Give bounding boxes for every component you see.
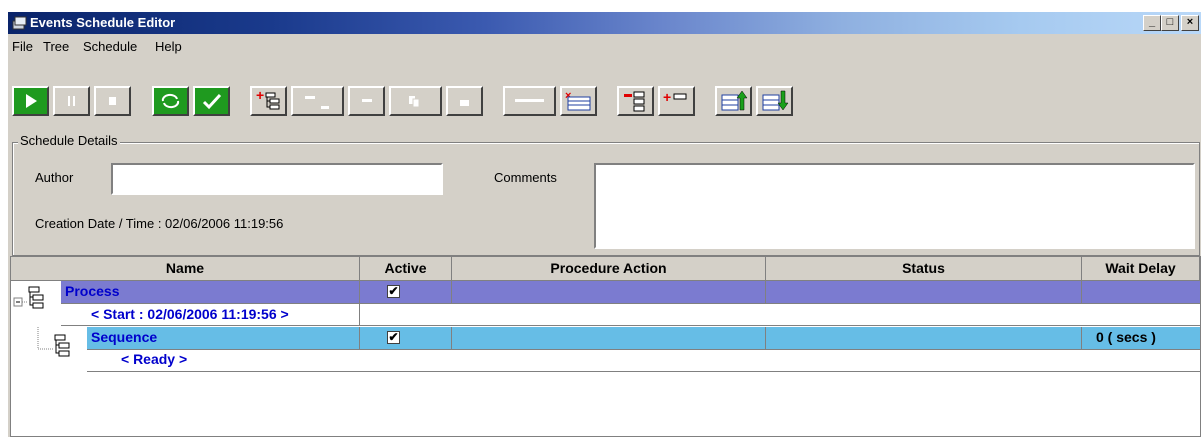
column-header-procedure-action[interactable]: Procedure Action [452,257,766,281]
pause-icon [68,96,75,106]
cycle-icon [161,93,180,109]
sequence-wait-delay: 0 ( secs ) [1096,329,1156,345]
comments-input[interactable] [594,163,1195,249]
pause-button[interactable] [53,86,90,116]
play-icon [26,94,37,108]
sequence-name: Sequence [87,327,360,349]
close-button[interactable]: × [1181,15,1199,31]
process-procedure-action [452,281,766,303]
collapse-button[interactable] [291,86,344,116]
cycle-button[interactable] [152,86,189,116]
menu-schedule[interactable]: Schedule [83,39,137,54]
svg-text:+: + [663,89,671,105]
delete-list-icon: × [565,90,591,111]
sequence-active-checkbox[interactable]: ✔ [387,331,400,344]
process-active-checkbox[interactable]: ✔ [387,285,400,298]
add-process-button[interactable]: + [250,86,287,116]
move-up-button[interactable] [715,86,752,116]
comments-label: Comments [494,170,557,185]
sequence-active-cell: ✔ [360,327,452,349]
table-row-process[interactable]: Process ✔ [61,281,1200,304]
menu-help[interactable]: Help [155,39,182,54]
sequence-ready-text: < Ready > [121,351,188,367]
move-up-icon [721,90,748,111]
app-icon [12,16,27,30]
sequence-status [766,327,1082,349]
column-header-status[interactable]: Status [766,257,1082,281]
verify-button[interactable] [193,86,230,116]
sequence-subrow: < Ready > [87,350,1200,372]
minimize-button[interactable]: _ [1143,15,1161,31]
window-title: Events Schedule Editor [30,15,176,30]
menu-bar: File Tree Schedule Help [8,34,1201,58]
process-subrow: < Start : 02/06/2006 11:19:56 > [61,304,1200,326]
process-name: Process [61,281,360,303]
process-tree-icon[interactable] [11,281,61,327]
title-bar[interactable]: Events Schedule Editor _ □ × [8,12,1201,34]
author-label: Author [35,170,74,185]
copy-button[interactable] [389,86,442,116]
remove-button[interactable] [348,86,385,116]
copy-icon [409,96,420,108]
process-start-text: < Start : 02/06/2006 11:19:56 > [91,306,289,322]
remove-icon [362,99,372,102]
separator-line-button[interactable] [503,86,556,116]
stop-icon [109,97,116,105]
sequence-tree-icon[interactable] [11,327,91,373]
move-down-icon [762,90,789,111]
column-header-active[interactable]: Active [360,257,452,281]
toolbar: + × + [8,58,1201,124]
process-active-cell: ✔ [360,281,452,303]
maximize-button[interactable]: □ [1161,15,1179,31]
creation-datetime: Creation Date / Time : 02/06/2006 11:19:… [35,216,284,231]
table-row-sequence[interactable]: Sequence ✔ 0 ( secs ) [87,327,1200,350]
schedule-grid: Name Active Procedure Action Status Wait… [10,256,1201,437]
delete-list-button[interactable]: × [560,86,597,116]
add-sequence-icon: + [663,89,687,105]
column-header-wait-delay[interactable]: Wait Delay [1082,257,1200,281]
process-status [766,281,1082,303]
paste-icon [460,100,469,106]
sequence-procedure-action [452,327,766,349]
svg-text:+: + [256,88,264,103]
schedule-details-label: Schedule Details [18,133,120,148]
line-icon [515,99,544,102]
menu-file[interactable]: File [12,39,33,54]
add-sequence-button[interactable]: + [658,86,695,116]
menu-tree[interactable]: Tree [43,39,69,54]
stop-button[interactable] [94,86,131,116]
remove-sequence-icon [624,91,645,112]
move-down-button[interactable] [756,86,793,116]
paste-button[interactable] [446,86,483,116]
process-wait-delay [1082,281,1200,303]
check-icon [202,93,222,110]
app-window: Events Schedule Editor _ □ × File Tree S… [8,12,1201,437]
run-button[interactable] [12,86,49,116]
add-process-icon: + [256,88,280,110]
column-header-name[interactable]: Name [11,257,360,281]
collapse-icon [305,96,329,109]
remove-sequence-button[interactable] [617,86,654,116]
process-start-cell: < Start : 02/06/2006 11:19:56 > [61,304,360,325]
author-input[interactable] [111,163,443,195]
